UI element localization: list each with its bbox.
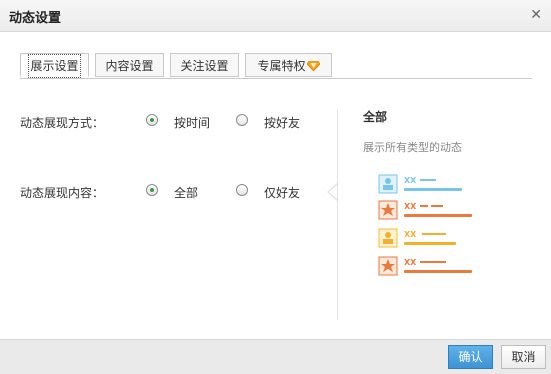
title-bar: 动态设置 ✕ [0,0,551,32]
close-icon[interactable]: ✕ [530,7,542,23]
radio-by-friend[interactable] [236,114,248,126]
preview-item-text: XX [404,176,417,185]
tab-label: 展示设置 [28,54,81,78]
settings-dialog: 动态设置 ✕ 展示设置 内容设置 关注设置 专属特权 动态展现方式： 按时间 按… [0,0,551,374]
confirm-button[interactable]: 确认 [448,345,493,369]
radio-by-friend-label[interactable]: 按好友 [264,114,300,131]
tab-display-settings[interactable]: 展示设置 [20,53,89,78]
radio-all-label[interactable]: 全部 [174,184,198,201]
radio-by-time[interactable] [146,114,158,126]
tab-label: 内容设置 [105,59,154,73]
tab-underline [20,78,532,79]
dialog-title: 动态设置 [9,11,62,26]
display-content-label: 动态展现内容： [20,186,105,200]
preview-item-text: XX [404,258,417,267]
radio-friends-only[interactable] [236,184,248,196]
preview-illustration: XX XX XX XX [378,174,472,276]
preview-title: 全部 [363,110,388,124]
display-mode-label: 动态展现方式： [20,116,105,130]
tab-content-settings[interactable]: 内容设置 [95,53,164,77]
radio-by-time-label[interactable]: 按时间 [174,114,210,131]
preview-item: XX [378,256,472,276]
tab-exclusive-privileges[interactable]: 专属特权 [245,53,332,77]
preview-item-text: XX [404,230,417,239]
radio-friends-only-label[interactable]: 仅好友 [264,184,300,201]
preview-item-text: XX [404,202,417,211]
preview-item: XX [378,200,472,220]
tab-label: 关注设置 [180,59,229,73]
tab-follow-settings[interactable]: 关注设置 [170,53,239,77]
preview-item: XX [378,228,456,248]
vip-diamond-icon [306,61,320,71]
tab-label: 专属特权 [257,59,306,73]
radio-all[interactable] [146,184,158,196]
preview-item: XX [378,174,462,194]
pointer-arrow-inner [329,185,337,199]
preview-description: 展示所有类型的动态 [363,141,462,154]
vertical-divider [337,110,338,320]
cancel-button[interactable]: 取消 [501,345,546,369]
